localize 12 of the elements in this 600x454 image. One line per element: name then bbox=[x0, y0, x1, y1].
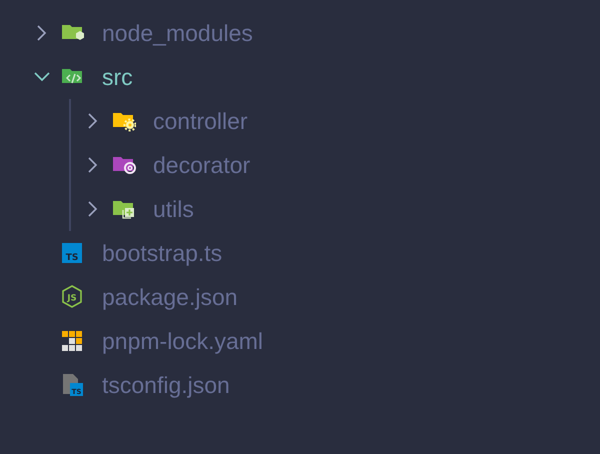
ts-file-icon: TS bbox=[61, 241, 85, 265]
file-name[interactable]: pnpm-lock.yaml bbox=[102, 328, 264, 354]
file-name[interactable]: package.json bbox=[102, 284, 238, 310]
folder-name[interactable]: src bbox=[102, 64, 133, 90]
folder-name[interactable]: controller bbox=[153, 108, 248, 134]
grid-file-icon bbox=[61, 329, 85, 353]
file-name[interactable]: tsconfig.json bbox=[102, 372, 230, 398]
folder-name[interactable]: decorator bbox=[153, 152, 250, 178]
js-file-icon: JS bbox=[61, 285, 85, 309]
file-name[interactable]: bootstrap.ts bbox=[102, 240, 222, 266]
folder-name[interactable]: node_modules bbox=[102, 20, 253, 46]
folder-name[interactable]: utils bbox=[153, 196, 194, 222]
